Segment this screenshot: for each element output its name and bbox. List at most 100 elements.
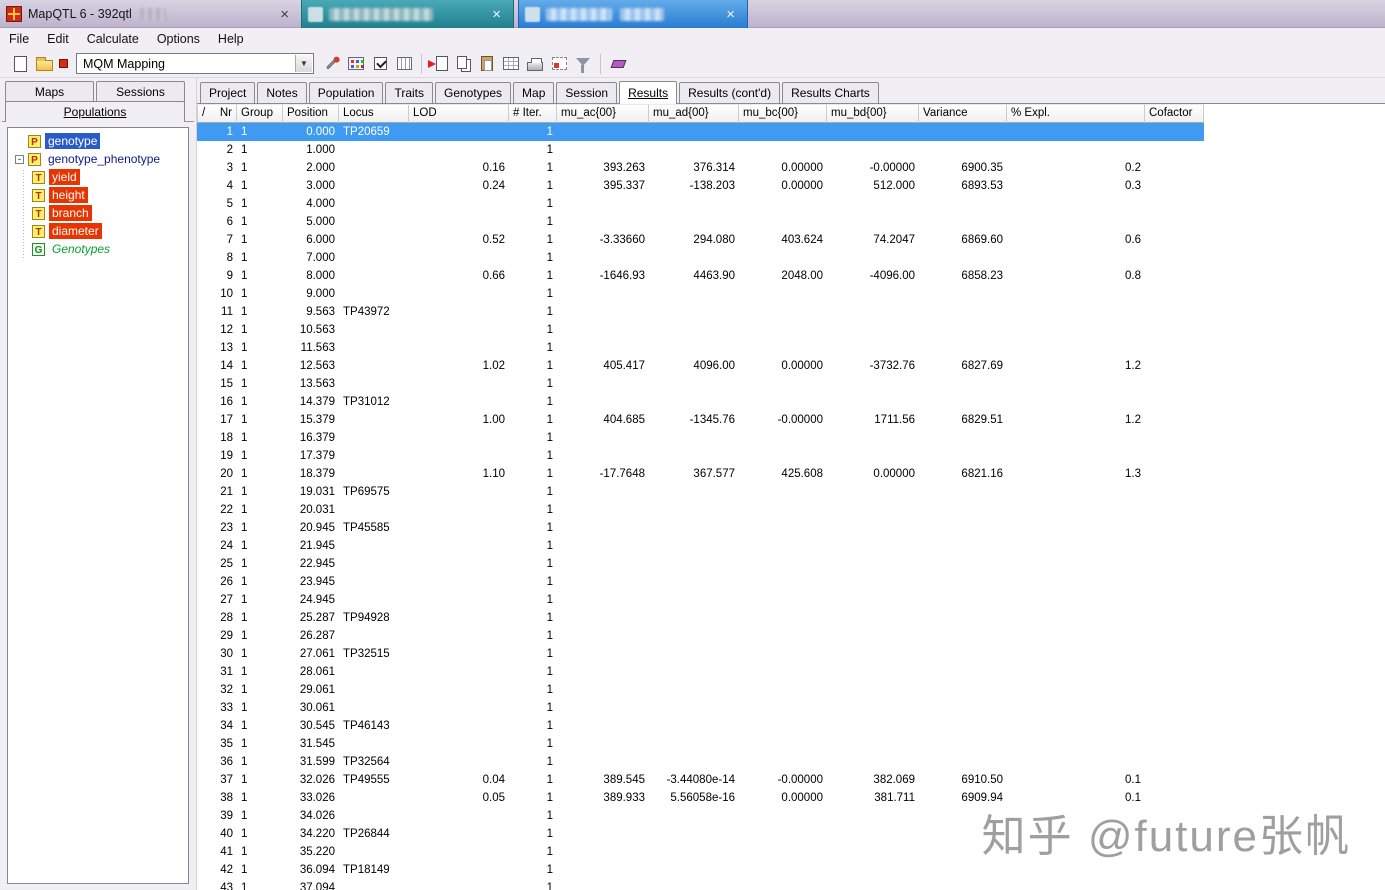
column-header-iter[interactable]: # Iter. [509,104,557,123]
tree-item-genotype[interactable]: P genotype [8,132,188,150]
tab-genotypes[interactable]: Genotypes [435,82,511,103]
table-row[interactable]: 615.0001 [197,213,1204,231]
mapqtl-titlebar[interactable]: MapQTL 6 - 392qtl × [0,0,295,28]
tab-results-charts[interactable]: Results Charts [782,82,879,103]
table-row[interactable]: 12110.5631 [197,321,1204,339]
table-row[interactable]: 16114.379TP310121 [197,393,1204,411]
table-row[interactable]: 36131.599TP325641 [197,753,1204,771]
tree-item-yield[interactable]: T yield [8,168,188,186]
table-row[interactable]: 29126.2871 [197,627,1204,645]
close-icon[interactable]: × [726,7,735,22]
tab-notes[interactable]: Notes [257,82,306,103]
open-project-button[interactable] [32,52,56,76]
column-header-lod[interactable]: LOD [409,104,509,123]
tree-item-genotype-phenotype[interactable]: - P genotype_phenotype [8,150,188,168]
paste-button[interactable] [475,52,499,76]
table-row[interactable]: 1119.563TP439721 [197,303,1204,321]
table-row[interactable]: 38133.0260.051389.9335.56058e-160.000003… [197,789,1204,807]
table-row[interactable]: 211.0001 [197,141,1204,159]
table-row[interactable]: 35131.5451 [197,735,1204,753]
close-icon[interactable]: × [492,7,501,22]
chart-region-button[interactable] [547,52,571,76]
table-row[interactable]: 19117.3791 [197,447,1204,465]
table-row[interactable]: 42136.094TP181491 [197,861,1204,879]
table-row[interactable]: 20118.3791.101-17.7648367.577425.6080.00… [197,465,1204,483]
tab-sessions[interactable]: Sessions [96,81,185,102]
column-header-cofactor[interactable]: Cofactor [1145,104,1204,123]
table-row[interactable]: 1019.0001 [197,285,1204,303]
run-export-button[interactable] [427,52,451,76]
table-row[interactable]: 17115.3791.001404.685-1345.76-0.00000171… [197,411,1204,429]
tab-populations[interactable]: Populations [5,101,185,122]
column-header-group[interactable]: Group [237,104,283,123]
mapping-method-select[interactable]: MQM Mapping ▼ [76,53,314,74]
new-file-button[interactable] [8,52,32,76]
table-row[interactable]: 41135.2201 [197,843,1204,861]
tree-item-genotypes[interactable]: G Genotypes [8,240,188,258]
table-row[interactable]: 13111.5631 [197,339,1204,357]
column-header-mu-bd-00[interactable]: mu_bd{00} [827,104,919,123]
print-button[interactable] [523,52,547,76]
abacus-button[interactable] [392,52,416,76]
table-row[interactable]: 37132.026TP495550.041389.545-3.44080e-14… [197,771,1204,789]
tree-item-branch[interactable]: T branch [8,204,188,222]
table-row[interactable]: 27124.9451 [197,591,1204,609]
tab-traits[interactable]: Traits [385,82,433,103]
calculator-button[interactable] [344,52,368,76]
column-header-nr[interactable]: /Nr [197,104,237,123]
column-header-locus[interactable]: Locus [339,104,409,123]
export-button[interactable] [56,52,70,76]
table-row[interactable]: 18116.3791 [197,429,1204,447]
table-row[interactable]: 25122.9451 [197,555,1204,573]
table-row[interactable]: 312.0000.161393.263376.3140.00000-0.0000… [197,159,1204,177]
column-header-position[interactable]: Position [283,104,339,123]
table-row[interactable]: 33130.0611 [197,699,1204,717]
tree-item-diameter[interactable]: T diameter [8,222,188,240]
table-row[interactable]: 716.0000.521-3.33660294.080403.62474.204… [197,231,1204,249]
chevron-down-icon[interactable]: ▼ [295,55,312,72]
column-header-mu-ac-00[interactable]: mu_ac{00} [557,104,649,123]
checklist-button[interactable] [368,52,392,76]
tab-results[interactable]: Results [619,81,677,104]
tree-item-height[interactable]: T height [8,186,188,204]
tab-session[interactable]: Session [556,82,617,103]
table-row[interactable]: 34130.545TP461431 [197,717,1204,735]
table-row[interactable]: 30127.061TP325151 [197,645,1204,663]
menu-edit[interactable]: Edit [38,29,78,49]
table-row[interactable]: 39134.0261 [197,807,1204,825]
menu-help[interactable]: Help [209,29,253,49]
table-row[interactable]: 15113.5631 [197,375,1204,393]
table-row[interactable]: 23120.945TP455851 [197,519,1204,537]
menu-options[interactable]: Options [148,29,209,49]
tab-results-contd[interactable]: Results (cont'd) [679,82,780,103]
table-row[interactable]: 514.0001 [197,195,1204,213]
table-row[interactable]: 22120.0311 [197,501,1204,519]
table-row[interactable]: 24121.9451 [197,537,1204,555]
tab-population[interactable]: Population [309,82,384,103]
table-row[interactable]: 918.0000.661-1646.934463.902048.00-4096.… [197,267,1204,285]
column-header-mu-bc-00[interactable]: mu_bc{00} [739,104,827,123]
background-window-titlebar[interactable]: × [301,0,514,28]
table-row[interactable]: 31128.0611 [197,663,1204,681]
table-row[interactable]: 21119.031TP695751 [197,483,1204,501]
eraser-button[interactable] [606,52,630,76]
column-header-expl[interactable]: % Expl. [1007,104,1145,123]
settings-button[interactable] [320,52,344,76]
table-row[interactable]: 43137.0941 [197,879,1204,890]
menu-calculate[interactable]: Calculate [78,29,148,49]
filter-tools-button[interactable] [571,52,595,76]
background-window-titlebar[interactable]: × [518,0,748,28]
table-row[interactable]: 32129.0611 [197,681,1204,699]
tab-maps[interactable]: Maps [5,81,94,102]
table-row[interactable]: 14112.5631.021405.4174096.000.00000-3732… [197,357,1204,375]
table-row[interactable]: 413.0000.241395.337-138.2030.00000512.00… [197,177,1204,195]
copy-button[interactable] [451,52,475,76]
table-row[interactable]: 817.0001 [197,249,1204,267]
table-row[interactable]: 40134.220TP268441 [197,825,1204,843]
tab-map[interactable]: Map [513,82,554,103]
column-header-variance[interactable]: Variance [919,104,1007,123]
tab-project[interactable]: Project [200,82,255,103]
table-row[interactable]: 28125.287TP949281 [197,609,1204,627]
collapse-icon[interactable]: - [15,155,24,164]
table-row[interactable]: 26123.9451 [197,573,1204,591]
